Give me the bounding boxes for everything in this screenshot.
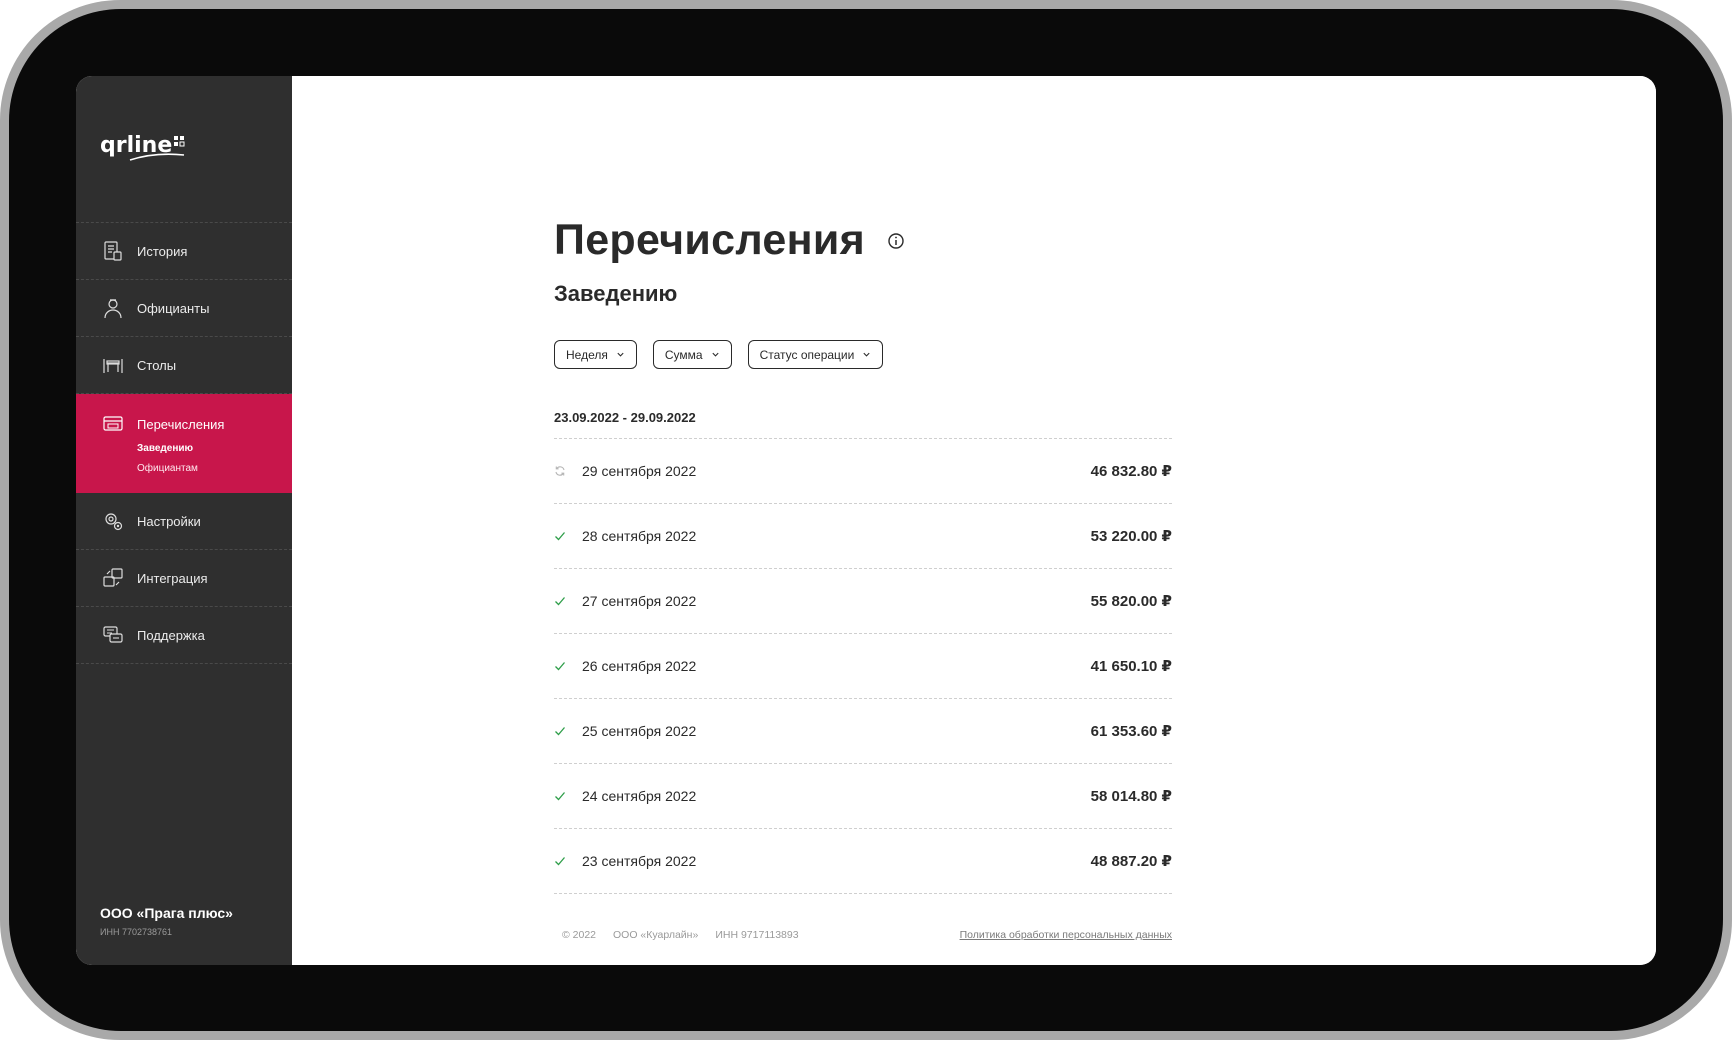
transfers-list: 29 сентября 2022 46 832.80 ₽ 28 сентября… <box>554 438 1172 894</box>
transfer-date: 25 сентября 2022 <box>582 723 697 739</box>
transfer-row[interactable]: 24 сентября 2022 58 014.80 ₽ <box>554 764 1172 829</box>
footer-copyright: © 2022 <box>562 929 597 941</box>
tables-icon <box>102 354 124 376</box>
sidebar-item-history[interactable]: История <box>76 223 292 280</box>
history-icon <box>102 240 124 262</box>
check-icon <box>555 597 565 606</box>
settings-icon <box>102 510 124 532</box>
transfer-date: 26 сентября 2022 <box>582 658 697 674</box>
filter-status-dropdown[interactable]: Статус операции <box>747 340 884 369</box>
transfer-date: 24 сентября 2022 <box>582 788 697 804</box>
footer-company: ООО «Куарлайн» <box>613 929 699 941</box>
sidebar-item-transfers[interactable]: Перечисления Заведению Официантам <box>76 394 292 493</box>
check-icon <box>555 857 565 866</box>
transfer-amount: 53 220.00 ₽ <box>1090 528 1172 545</box>
transfers-icon <box>102 413 124 435</box>
sidebar-item-label: История <box>137 243 188 259</box>
sidebar-item-label: Поддержка <box>137 627 205 643</box>
transfer-row[interactable]: 28 сентября 2022 53 220.00 ₽ <box>554 504 1172 569</box>
transfer-row[interactable]: 25 сентября 2022 61 353.60 ₽ <box>554 699 1172 764</box>
sidebar-item-label: Столы <box>137 357 177 373</box>
transfer-row[interactable]: 23 сентября 2022 48 887.20 ₽ <box>554 829 1172 894</box>
sidebar-item-label: Официанты <box>137 300 210 316</box>
filter-label: Сумма <box>664 347 703 362</box>
sidebar-nav: История Официанты Столы Перечисления Зав… <box>76 222 292 664</box>
pending-sync-icon <box>555 466 565 476</box>
transfer-amount: 41 650.10 ₽ <box>1090 658 1172 675</box>
company-name: ООО «Прага плюс» <box>100 905 233 921</box>
filter-label: Статус операции <box>759 347 855 362</box>
company-inn: ИНН 7702738761 <box>100 927 173 937</box>
sidebar-item-integration[interactable]: Интеграция <box>76 550 292 607</box>
page-footer: © 2022 ООО «Куарлайн» ИНН 9717113893 Пол… <box>562 929 1172 941</box>
filter-label: Неделя <box>566 347 608 362</box>
check-icon <box>555 727 565 736</box>
company-info: ООО «Прага плюс» ИНН 7702738761 <box>100 905 233 937</box>
footer-inn: ИНН 9717113893 <box>715 929 799 941</box>
transfer-amount: 48 887.20 ₽ <box>1090 853 1172 870</box>
main-content: Перечисления Заведению Неделя Сумма Стат… <box>292 76 1656 965</box>
waiter-icon <box>102 297 124 319</box>
transfer-date: 29 сентября 2022 <box>582 463 697 479</box>
filter-bar: Неделя Сумма Статус операции <box>554 340 1172 369</box>
title-row: Перечисления <box>554 216 1172 265</box>
filter-period-dropdown[interactable]: Неделя <box>554 340 637 369</box>
sidebar-item-tables[interactable]: Столы <box>76 337 292 394</box>
chevron-down-icon <box>617 352 624 357</box>
check-icon <box>555 662 565 671</box>
sidebar-item-support[interactable]: Поддержка <box>76 607 292 664</box>
sidebar-item-settings[interactable]: Настройки <box>76 493 292 550</box>
check-icon <box>555 532 565 541</box>
integration-icon <box>102 567 124 589</box>
sidebar-item-label: Настройки <box>137 513 201 529</box>
transfer-row[interactable]: 29 сентября 2022 46 832.80 ₽ <box>554 439 1172 504</box>
page-title: Перечисления <box>554 216 866 264</box>
page-subtitle: Заведению <box>554 281 678 306</box>
transfer-amount: 46 832.80 ₽ <box>1090 463 1172 480</box>
date-range: 23.09.2022 - 29.09.2022 <box>554 410 696 425</box>
chevron-down-icon <box>863 352 870 357</box>
sidebar-item-label: Интеграция <box>137 570 208 586</box>
chevron-down-icon <box>711 352 719 357</box>
subnav-item-venue[interactable]: Заведению <box>137 439 193 459</box>
transfer-date: 23 сентября 2022 <box>582 853 697 869</box>
transfer-amount: 58 014.80 ₽ <box>1090 788 1172 805</box>
check-icon <box>555 792 565 801</box>
transfer-row[interactable]: 26 сентября 2022 41 650.10 ₽ <box>554 634 1172 699</box>
qrline-logo-icon: qrline <box>100 133 185 161</box>
transfer-date: 28 сентября 2022 <box>582 528 697 544</box>
app-screen: qrline История Официанты Столы Перечисле… <box>76 76 1656 965</box>
transfer-row[interactable]: 27 сентября 2022 55 820.00 ₽ <box>554 569 1172 634</box>
app-logo[interactable]: qrline <box>100 128 190 168</box>
support-icon <box>102 624 124 646</box>
transfers-panel: Перечисления Заведению Неделя Сумма Стат… <box>554 216 1172 894</box>
transfer-date: 27 сентября 2022 <box>582 593 697 609</box>
sidebar-item-waiters[interactable]: Официанты <box>76 280 292 337</box>
privacy-policy-link[interactable]: Политика обработки персональных данных <box>960 929 1172 941</box>
transfer-amount: 55 820.00 ₽ <box>1090 593 1172 610</box>
filter-amount-dropdown[interactable]: Сумма <box>652 340 732 369</box>
info-icon[interactable] <box>887 232 905 250</box>
sidebar-item-label: Перечисления <box>137 416 225 432</box>
subnav-item-waiters[interactable]: Официантам <box>137 459 198 479</box>
sidebar: qrline История Официанты Столы Перечисле… <box>76 76 292 965</box>
transfer-amount: 61 353.60 ₽ <box>1090 723 1172 740</box>
